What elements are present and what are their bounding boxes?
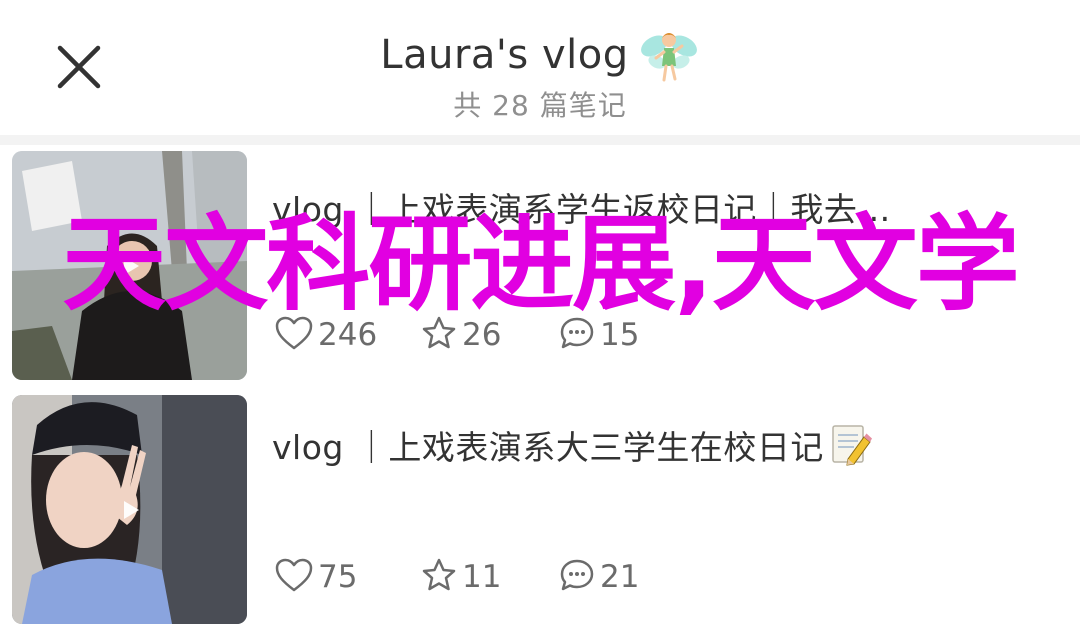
note-title: vlog ｜上戏表演系学生返校日记｜我去… xyxy=(272,190,891,229)
top-bar: Laura's vlog 共 28 篇笔记 xyxy=(0,0,1080,135)
favorite-button[interactable]: 26 xyxy=(420,315,501,353)
star-icon xyxy=(422,316,456,349)
notes-list: vlog ｜上戏表演系学生返校日记｜我去… 246 26 15 vlog ｜上戏… xyxy=(0,135,1080,631)
title-area: Laura's vlog xyxy=(0,24,1080,86)
like-count: 246 xyxy=(318,317,378,353)
memo-icon xyxy=(832,425,872,466)
like-count: 75 xyxy=(318,559,358,595)
comment-count: 15 xyxy=(600,317,640,353)
note-thumbnail[interactable] xyxy=(12,395,247,624)
favorite-count: 11 xyxy=(462,559,502,595)
fairy-emoji-icon xyxy=(640,33,697,82)
comment-button[interactable]: 21 xyxy=(558,557,639,595)
page-title: Laura's vlog xyxy=(380,32,629,78)
like-button[interactable]: 246 xyxy=(274,315,377,353)
note-title: vlog ｜上戏表演系大三学生在校日记 xyxy=(272,421,1062,469)
star-icon xyxy=(422,558,456,591)
comment-icon xyxy=(560,317,594,349)
note-count: 共 28 篇笔记 xyxy=(453,89,627,122)
heart-icon xyxy=(275,558,313,592)
like-button[interactable]: 75 xyxy=(274,557,357,595)
note-thumbnail[interactable] xyxy=(12,151,247,380)
note-card[interactable]: vlog ｜上戏表演系学生返校日记｜我去… 246 26 15 xyxy=(0,145,1080,389)
favorite-button[interactable]: 11 xyxy=(420,557,501,595)
comment-button[interactable]: 15 xyxy=(558,315,639,353)
note-card[interactable]: vlog ｜上戏表演系大三学生在校日记 75 11 21 xyxy=(0,389,1080,631)
favorite-count: 26 xyxy=(462,317,502,353)
play-icon xyxy=(123,256,139,275)
note-title-text: vlog ｜上戏表演系大三学生在校日记 xyxy=(272,428,824,467)
comment-count: 21 xyxy=(600,559,640,595)
heart-icon xyxy=(275,316,313,350)
comment-icon xyxy=(560,559,594,591)
play-icon xyxy=(123,500,139,519)
